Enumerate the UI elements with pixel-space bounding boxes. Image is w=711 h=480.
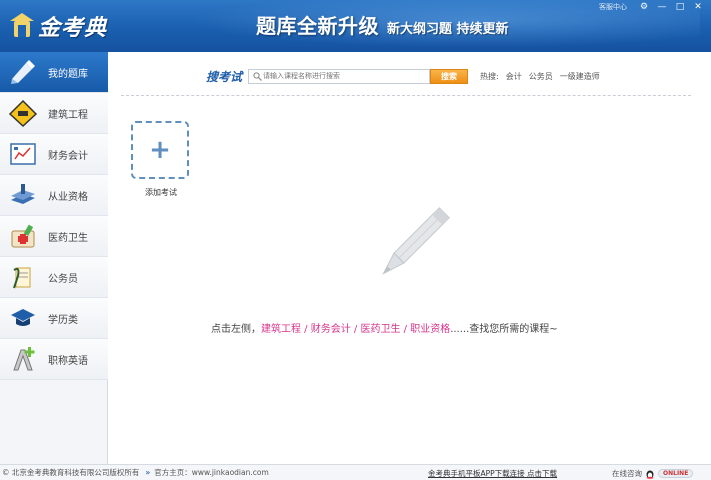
app-download-link[interactable]: 金考典手机平板APP下载连接 点击下载 — [428, 468, 557, 479]
settings-icon[interactable]: ⚙ — [635, 1, 653, 13]
app-header: 金考典 题库全新升级 新大纲习题 持续更新 客服中心 ⚙ — □ ✕ — [0, 0, 711, 52]
sidebar-item-label: 财务会计 — [48, 150, 88, 162]
sidebar-item-label: 学历类 — [48, 314, 78, 326]
copyright-text: © 北京金考典教育科技有限公司版权所有 — [2, 468, 140, 477]
hint-link-accounting[interactable]: 财务会计 — [311, 324, 351, 335]
logo-emblem-icon — [10, 13, 34, 39]
english-letter-icon — [6, 344, 40, 374]
category-sidebar: 我的题库 建筑工程 财务会计 从业资格 医药卫生 公务员 学历类 职称英语 — [0, 52, 108, 464]
online-consult-button[interactable]: 在线咨询 ONLINE — [612, 468, 694, 479]
hint-separator: / — [400, 324, 411, 335]
accounting-board-icon — [6, 139, 40, 169]
banner-sub-text: 新大纲习题 持续更新 — [387, 22, 509, 37]
sidebar-item-label: 从业资格 — [48, 191, 88, 203]
window-controls: 客服中心 ⚙ — □ ✕ — [599, 0, 707, 14]
search-icon — [251, 70, 263, 82]
sidebar-item-education[interactable]: 学历类 — [0, 298, 108, 339]
hint-link-construction[interactable]: 建筑工程 — [261, 324, 301, 335]
search-button[interactable]: 搜索 — [430, 68, 469, 84]
medical-kit-icon — [6, 221, 40, 251]
banner-main-text: 题库全新升级 — [256, 14, 379, 38]
sidebar-item-civil-servant[interactable]: 公务员 — [0, 257, 108, 298]
service-center-link[interactable]: 客服中心 — [599, 2, 627, 12]
sidebar-item-label: 我的题库 — [48, 68, 88, 80]
logo-text: 金考典 — [38, 15, 108, 41]
sidebar-item-accounting[interactable]: 财务会计 — [0, 134, 108, 175]
homepage-link[interactable]: 官方主页：www.jinkaodian.com — [154, 467, 269, 478]
sidebar-item-label: 医药卫生 — [48, 232, 88, 244]
double-chevron-icon: » — [145, 468, 151, 477]
pencil-icon — [382, 207, 450, 275]
hint-link-qualification[interactable]: 职业资格 — [410, 324, 450, 335]
qq-penguin-icon — [646, 470, 654, 479]
status-footer: © 北京金考典教育科技有限公司版权所有 » 官方主页：www.jinkaodia… — [0, 464, 711, 480]
hot-search-term[interactable]: 公务员 — [529, 71, 553, 82]
search-box — [248, 68, 431, 84]
qualification-books-icon — [6, 180, 40, 210]
browse-hint: 点击左侧，建筑工程 / 财务会计 / 医药卫生 / 职业资格......查找您所… — [211, 320, 558, 335]
search-input[interactable] — [263, 70, 424, 82]
hot-search-term[interactable]: 会计 — [506, 71, 522, 82]
online-consult-label: 在线咨询 — [612, 469, 642, 478]
graduation-cap-icon — [6, 303, 40, 333]
hint-prefix: 点击左侧， — [211, 324, 261, 335]
my-bank-icon — [6, 57, 40, 87]
sidebar-item-medical[interactable]: 医药卫生 — [0, 216, 108, 257]
maximize-icon[interactable]: □ — [671, 1, 689, 13]
add-exam-button[interactable]: + — [131, 121, 189, 179]
online-status-badge: ONLINE — [658, 469, 694, 478]
minimize-icon[interactable]: — — [653, 1, 671, 13]
hint-separator: / — [301, 324, 311, 335]
plus-icon: + — [149, 135, 171, 165]
search-bar: 搜考试 搜索 热搜: 会计 公务员 一级建造师 — [206, 67, 600, 85]
hot-search-label: 热搜: — [480, 71, 499, 81]
hint-link-medical[interactable]: 医药卫生 — [360, 324, 400, 335]
hint-suffix: ......查找您所需的课程~ — [450, 324, 558, 335]
sidebar-item-my-bank[interactable]: 我的题库 — [0, 52, 108, 93]
app-logo: 金考典 — [10, 12, 108, 41]
hint-separator: / — [350, 324, 361, 335]
hot-search-list: 热搜: 会计 公务员 一级建造师 — [480, 71, 600, 82]
hot-search-term[interactable]: 一级建造师 — [560, 71, 600, 82]
sidebar-item-label: 建筑工程 — [48, 109, 88, 121]
sidebar-item-qualification[interactable]: 从业资格 — [0, 175, 108, 216]
promo-banner: 题库全新升级 新大纲习题 持续更新 — [256, 10, 509, 39]
construction-sign-icon — [6, 98, 40, 128]
sidebar-item-english[interactable]: 职称英语 — [0, 339, 108, 380]
add-exam-label: 添加考试 — [145, 188, 177, 197]
civil-servant-icon — [6, 262, 40, 292]
sidebar-item-label: 公务员 — [48, 273, 78, 285]
close-icon[interactable]: ✕ — [689, 1, 707, 13]
search-title: 搜考试 — [206, 69, 243, 84]
section-divider — [121, 95, 691, 96]
sidebar-item-construction[interactable]: 建筑工程 — [0, 93, 108, 134]
sidebar-item-label: 职称英语 — [48, 355, 88, 367]
